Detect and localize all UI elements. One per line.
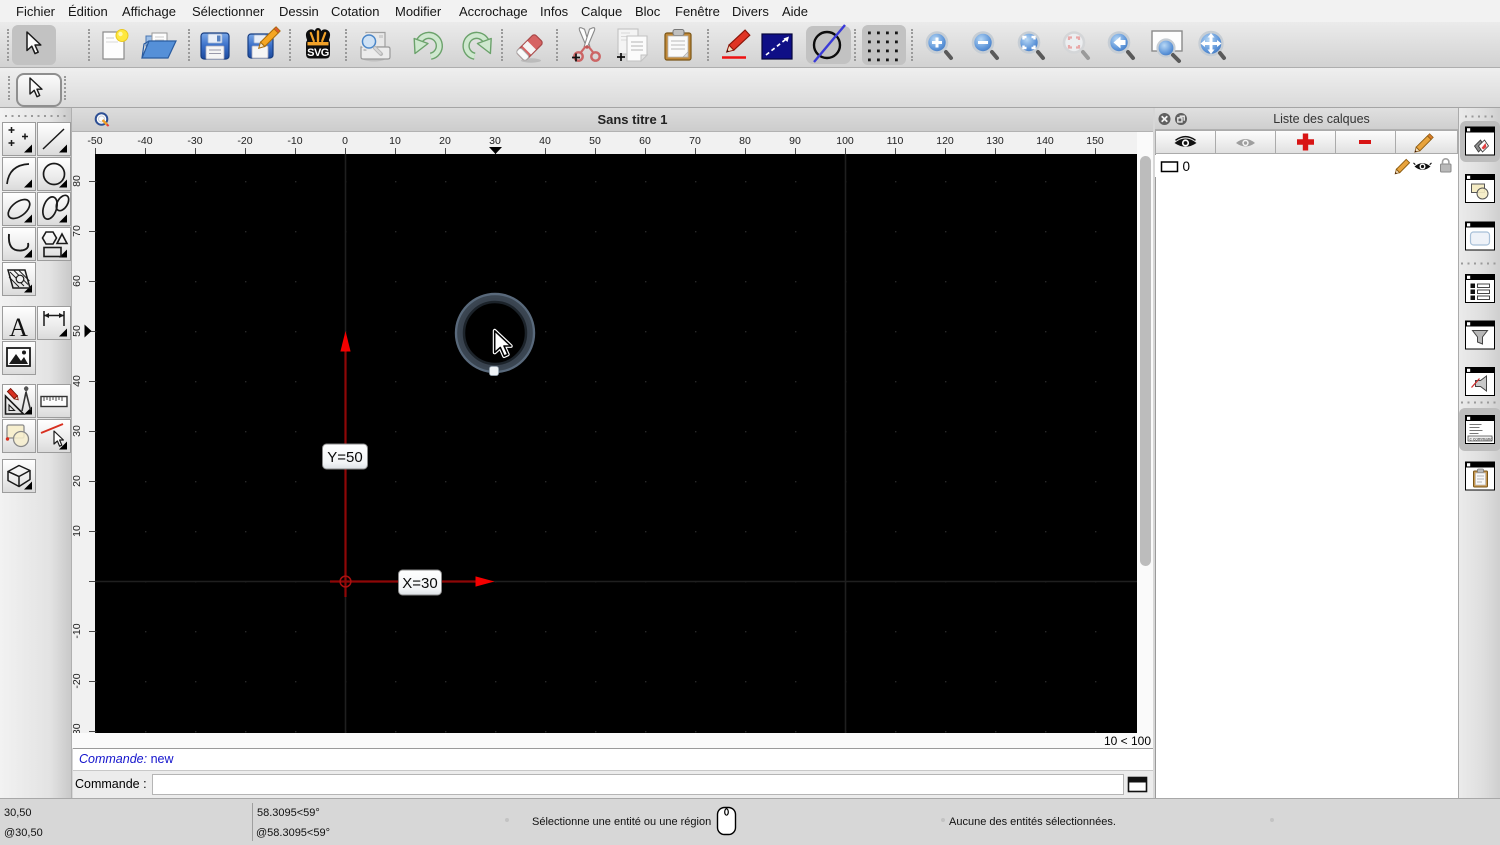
svg-text:-10: -10 (287, 135, 302, 147)
svg-text:-30: -30 (187, 135, 202, 147)
svg-text:100: 100 (836, 135, 854, 147)
svg-text:30: 30 (72, 425, 83, 437)
svg-text:20: 20 (72, 475, 83, 487)
svg-text:10: 10 (389, 135, 401, 147)
svg-text:140: 140 (1036, 135, 1054, 147)
svg-text:X=30: X=30 (402, 575, 437, 592)
svg-text:60: 60 (639, 135, 651, 147)
svg-text:70: 70 (689, 135, 701, 147)
svg-text:30: 30 (489, 135, 501, 147)
svg-text:150: 150 (1086, 135, 1104, 147)
svg-text:-50: -50 (87, 135, 102, 147)
svg-text:SVG: SVG (307, 47, 329, 59)
svg-text:-20: -20 (237, 135, 252, 147)
svg-text:20: 20 (439, 135, 451, 147)
svg-text:Y=50: Y=50 (327, 449, 362, 466)
svg-text:0: 0 (1183, 159, 1191, 174)
svg-text:-30: -30 (72, 723, 83, 733)
svg-text:-40: -40 (137, 135, 152, 147)
svg-text:80: 80 (739, 135, 751, 147)
svg-text:0: 0 (342, 135, 348, 147)
svg-text:70: 70 (72, 225, 83, 237)
svg-text:50: 50 (72, 325, 83, 337)
svg-text:120: 120 (936, 135, 954, 147)
svg-text:A: A (9, 313, 28, 342)
svg-text:40: 40 (539, 135, 551, 147)
svg-text:-20: -20 (72, 673, 83, 688)
svg-text:-10: -10 (72, 623, 83, 638)
svg-text:10: 10 (72, 525, 83, 537)
svg-text:40: 40 (72, 375, 83, 387)
svg-text:c command: c command (1470, 436, 1494, 441)
svg-text:110: 110 (887, 135, 904, 147)
svg-text:130: 130 (986, 135, 1004, 147)
svg-text:60: 60 (72, 275, 83, 287)
svg-text:80: 80 (72, 175, 83, 187)
svg-text:50: 50 (589, 135, 601, 147)
svg-text:90: 90 (789, 135, 801, 147)
